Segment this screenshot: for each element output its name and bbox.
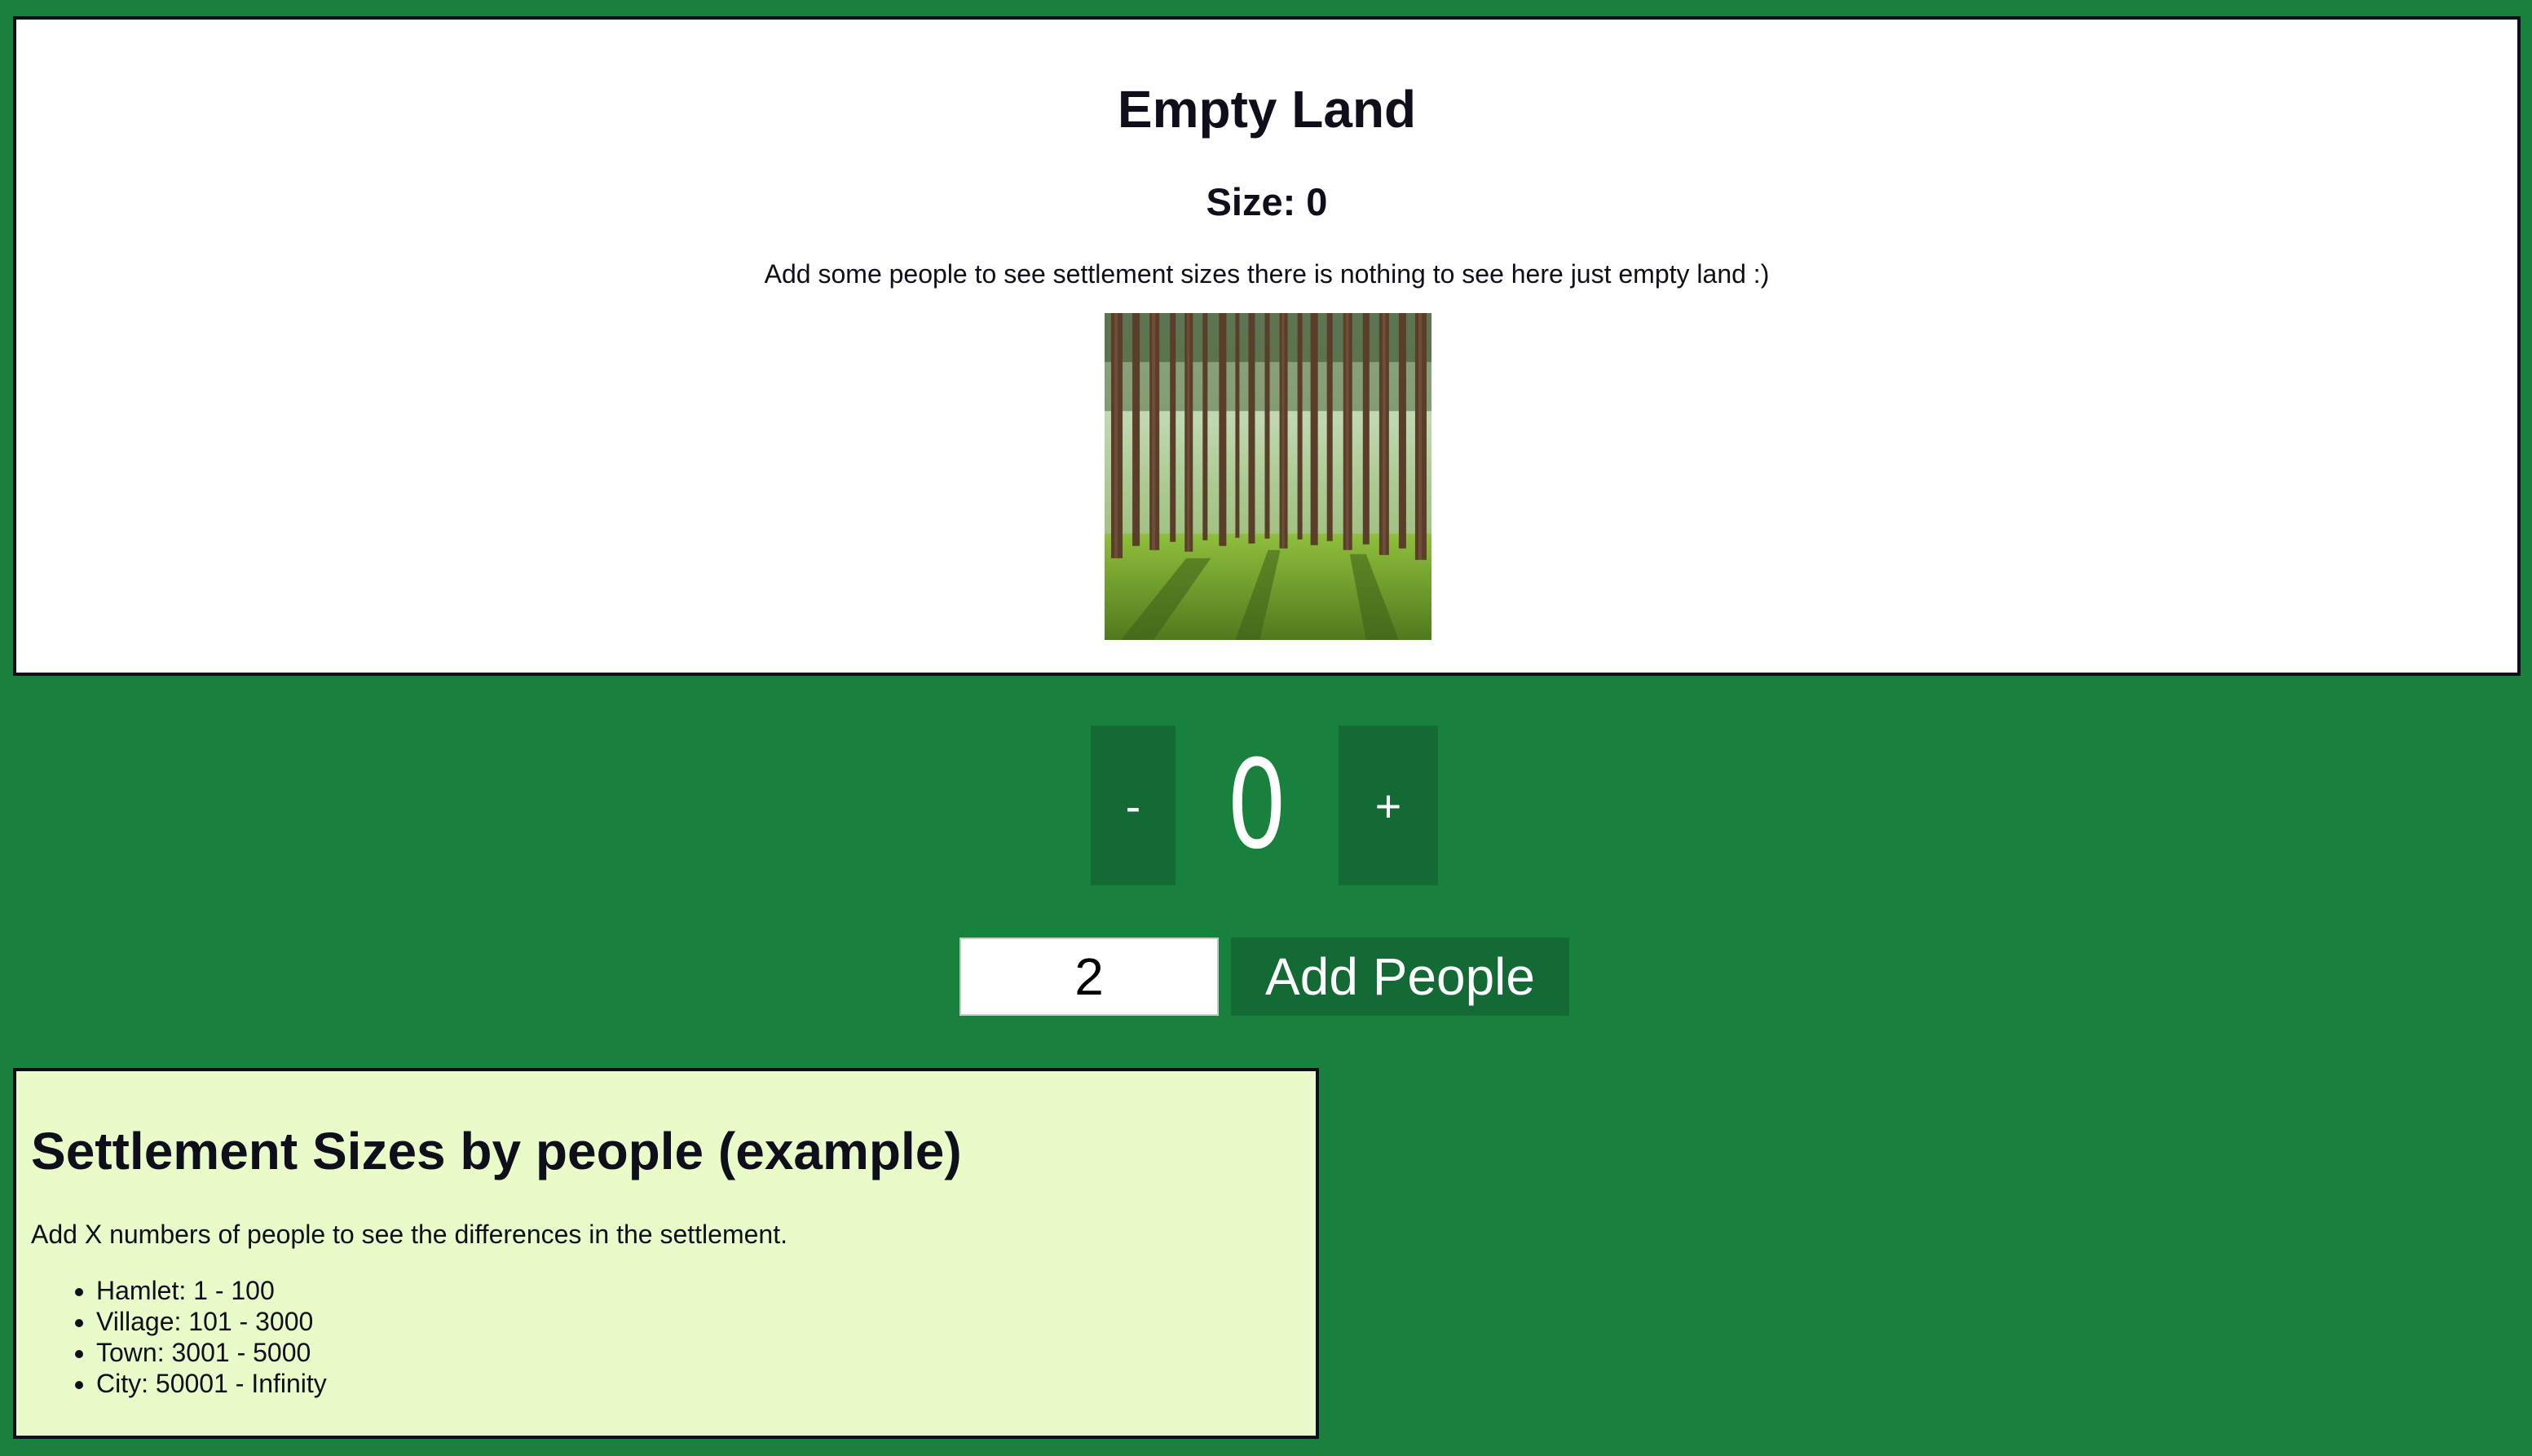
forest-illustration [1105,313,1431,640]
list-item: Town: 3001 - 5000 [96,1337,327,1368]
list-item: City: 50001 - Infinity [96,1368,327,1399]
list-item: Hamlet: 1 - 100 [96,1275,327,1306]
info-description: Add X numbers of people to see the diffe… [31,1220,787,1249]
people-amount-input[interactable] [959,938,1219,1016]
decrement-button[interactable]: - [1091,726,1176,885]
settlement-title: Empty Land [1117,80,1417,139]
forest-image [1105,313,1431,640]
settlement-size-list: Hamlet: 1 - 100 Village: 101 - 3000 Town… [16,1275,327,1399]
counter-value: 0 [1176,726,1339,885]
add-people-button[interactable]: Add People [1231,938,1569,1016]
settlement-description: Add some people to see settlement sizes … [764,259,1770,289]
increment-button[interactable]: + [1339,726,1438,885]
counter-value-text: 0 [1226,735,1288,876]
people-counter: - 0 + [0,726,2532,885]
list-item: Village: 101 - 3000 [96,1306,327,1337]
add-people-form: Add People [0,938,2532,1016]
settlement-card: Empty Land Size: 0 Add some people to se… [13,16,2521,676]
settlement-sizes-info: Settlement Sizes by people (example) Add… [13,1068,1319,1439]
settlement-size: Size: 0 [1206,180,1328,223]
info-title: Settlement Sizes by people (example) [31,1122,962,1180]
